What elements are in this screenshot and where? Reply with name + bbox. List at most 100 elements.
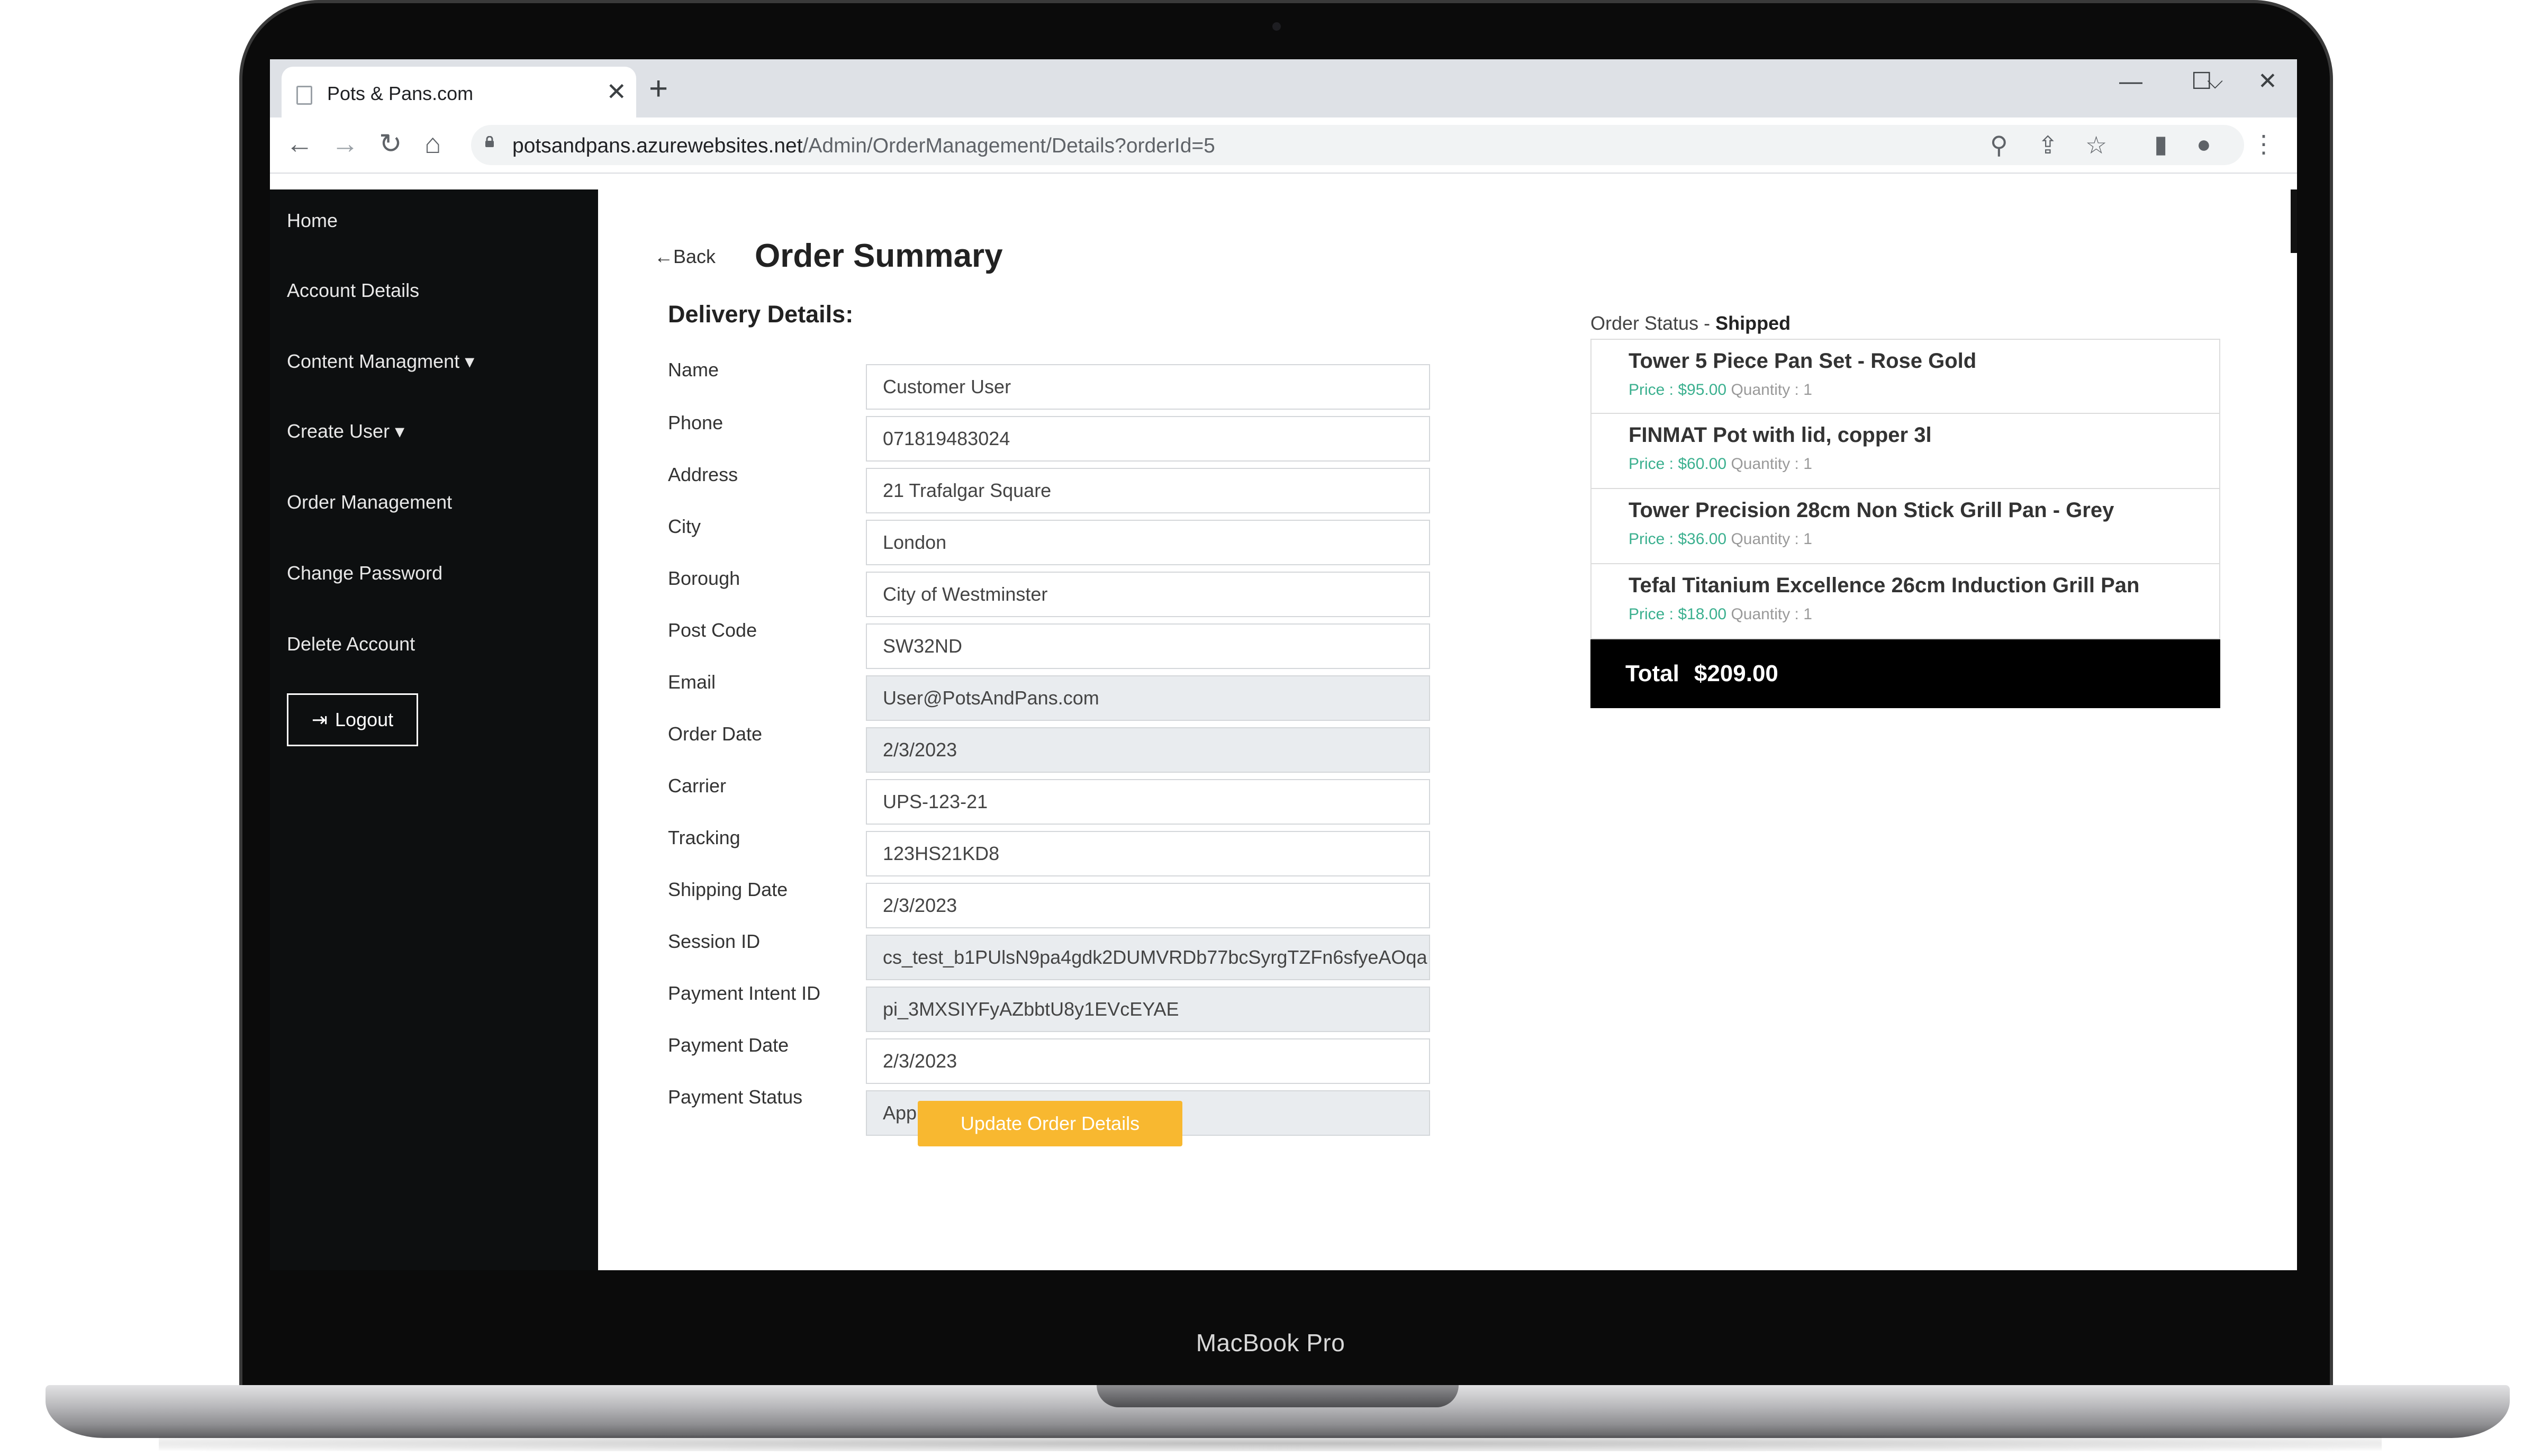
page-title: Order Summary: [755, 238, 1003, 274]
payment-intent-id-field[interactable]: pi_3MXSIYFyAZbbtU8y1EVcEYAE: [866, 987, 1430, 1032]
order-status-line: Order Status - Shipped: [1590, 312, 1791, 334]
item-quantity: Quantity : 1: [1731, 605, 1812, 623]
list-item: Tower 5 Piece Pan Set - Rose Gold Price …: [1590, 339, 2220, 414]
sidebar-item-delete-account[interactable]: Delete Account: [287, 633, 415, 655]
forward-arrow-icon[interactable]: →: [331, 129, 359, 159]
field-label-order-date: Order Date: [668, 723, 763, 745]
laptop-shadow: [159, 1435, 2382, 1451]
close-tab-icon[interactable]: ✕: [606, 78, 627, 105]
url-path: /Admin/OrderManagement/Details?orderId=5: [802, 134, 1215, 157]
item-quantity: Quantity : 1: [1731, 530, 1812, 548]
item-meta: Price : $60.00 Quantity : 1: [1629, 455, 1812, 473]
field-label-tracking: Tracking: [668, 827, 740, 848]
screen: Pots & Pans.com ✕ + ⌵ — ☐ ✕ ← → ↻ ⌂ pots…: [270, 59, 2297, 1270]
item-meta: Price : $95.00 Quantity : 1: [1629, 381, 1812, 399]
item-price: Price : $18.00: [1629, 605, 1727, 623]
tracking-field[interactable]: 123HS21KD8: [866, 831, 1430, 876]
item-quantity: Quantity : 1: [1731, 455, 1812, 473]
browser-toolbar: ← → ↻ ⌂ potsandpans.azurewebsites.net/Ad…: [270, 117, 2297, 174]
order-status-prefix: Order Status -: [1590, 312, 1716, 334]
minimize-icon[interactable]: —: [2119, 67, 2142, 96]
profile-avatar-icon[interactable]: ●: [2196, 129, 2211, 159]
borough-field[interactable]: City of Westminster: [866, 572, 1430, 617]
sidebar-item-order-management[interactable]: Order Management: [287, 491, 452, 513]
item-quantity: Quantity : 1: [1731, 381, 1812, 399]
total-value: $209.00: [1694, 661, 1778, 686]
tab-title: Pots & Pans.com: [327, 83, 474, 104]
field-label-payment-status: Payment Status: [668, 1086, 803, 1108]
browser-menu-icon[interactable]: ⋮: [2251, 129, 2276, 159]
post-code-field[interactable]: SW32ND: [866, 623, 1430, 669]
field-label-name: Name: [668, 359, 719, 381]
address-field[interactable]: 21 Trafalgar Square: [866, 468, 1430, 513]
field-label-session-id: Session ID: [668, 930, 761, 952]
item-price: Price : $60.00: [1629, 455, 1727, 473]
share-icon[interactable]: ⇪: [2038, 130, 2058, 160]
sidebar-item-account-details[interactable]: Account Details: [287, 279, 419, 302]
list-item: FINMAT Pot with lid, copper 3l Price : $…: [1590, 414, 2220, 489]
update-order-details-button[interactable]: Update Order Details: [918, 1101, 1182, 1146]
payment-date-field[interactable]: 2/3/2023: [866, 1038, 1430, 1084]
item-meta: Price : $36.00 Quantity : 1: [1629, 530, 1812, 548]
browser-tab[interactable]: Pots & Pans.com ✕: [282, 67, 636, 117]
scrollbar-thumb[interactable]: [2291, 189, 2297, 253]
email-field[interactable]: User@PotsAndPans.com: [866, 675, 1430, 721]
bookmark-star-icon[interactable]: ☆: [2085, 130, 2107, 160]
item-name: FINMAT Pot with lid, copper 3l: [1629, 423, 1932, 447]
laptop-hinge-notch: [1097, 1385, 1459, 1407]
order-items-list: Tower 5 Piece Pan Set - Rose Gold Price …: [1590, 339, 2220, 708]
field-label-shipping-date: Shipping Date: [668, 879, 788, 900]
field-label-borough: Borough: [668, 567, 740, 589]
zoom-icon[interactable]: ⚲: [1990, 130, 2008, 160]
field-label-email: Email: [668, 671, 716, 693]
new-tab-icon[interactable]: +: [649, 73, 668, 105]
side-panel-icon[interactable]: ▮: [2154, 129, 2167, 159]
session-id-field[interactable]: cs_test_b1PUlsN9pa4gdk2DUMVRDb77bcSyrgTZ…: [866, 935, 1430, 980]
browser-tab-bar: Pots & Pans.com ✕ + ⌵ — ☐ ✕: [270, 59, 2297, 117]
name-field[interactable]: Customer User: [866, 364, 1430, 410]
shipping-date-field[interactable]: 2/3/2023: [866, 883, 1430, 928]
city-field[interactable]: London: [866, 520, 1430, 565]
url-host: potsandpans.azurewebsites.net: [512, 134, 803, 157]
field-label-address: Address: [668, 464, 738, 485]
order-total-bar: Total $209.00: [1590, 639, 2220, 708]
carrier-field[interactable]: UPS-123-21: [866, 779, 1430, 825]
home-icon[interactable]: ⌂: [424, 129, 441, 159]
field-label-payment-intent-id: Payment Intent ID: [668, 982, 821, 1004]
sidebar-item-content-management[interactable]: Content Managment ▾: [287, 350, 474, 373]
logout-icon: ⇥: [311, 709, 328, 730]
field-label-phone: Phone: [668, 412, 724, 433]
phone-field[interactable]: 071819483024: [866, 416, 1430, 462]
total-label: Total: [1625, 661, 1679, 686]
close-window-icon[interactable]: ✕: [2258, 67, 2277, 96]
reload-icon[interactable]: ↻: [379, 129, 402, 159]
field-label-payment-date: Payment Date: [668, 1034, 789, 1056]
logout-label: Logout: [335, 709, 394, 730]
logout-button[interactable]: ⇥ Logout: [287, 693, 418, 746]
page-favicon-icon: [296, 86, 312, 105]
field-label-post-code: Post Code: [668, 619, 757, 641]
lock-icon: [485, 136, 494, 147]
sidebar-item-change-password[interactable]: Change Password: [287, 562, 442, 584]
back-arrow-icon[interactable]: ←: [286, 129, 313, 159]
list-item: Tefal Titanium Excellence 26cm Induction…: [1590, 564, 2220, 639]
field-label-city: City: [668, 516, 701, 537]
url-text: potsandpans.azurewebsites.net/Admin/Orde…: [512, 134, 1215, 158]
admin-sidebar: Home Account Details Content Managment ▾…: [270, 189, 598, 1270]
back-link[interactable]: ←Back: [654, 246, 716, 268]
item-name: Tefal Titanium Excellence 26cm Induction…: [1629, 574, 2140, 597]
sidebar-item-home[interactable]: Home: [287, 210, 338, 232]
sidebar-item-create-user[interactable]: Create User ▾: [287, 420, 404, 442]
item-price: Price : $36.00: [1629, 530, 1727, 548]
address-bar[interactable]: potsandpans.azurewebsites.net/Admin/Orde…: [471, 125, 2244, 165]
laptop-model-label: MacBook Pro: [1196, 1329, 1345, 1356]
list-item: Tower Precision 28cm Non Stick Grill Pan…: [1590, 489, 2220, 564]
order-status-badge: Shipped: [1715, 312, 1791, 334]
webcam: [1272, 22, 1281, 31]
item-price: Price : $95.00: [1629, 381, 1727, 399]
field-label-carrier: Carrier: [668, 775, 727, 797]
maximize-icon[interactable]: ☐: [2191, 67, 2212, 96]
order-date-field[interactable]: 2/3/2023: [866, 727, 1430, 773]
delivery-details-heading: Delivery Details:: [668, 301, 854, 328]
main-content: ←Back Order Summary Delivery Details: Na…: [598, 189, 2297, 1270]
